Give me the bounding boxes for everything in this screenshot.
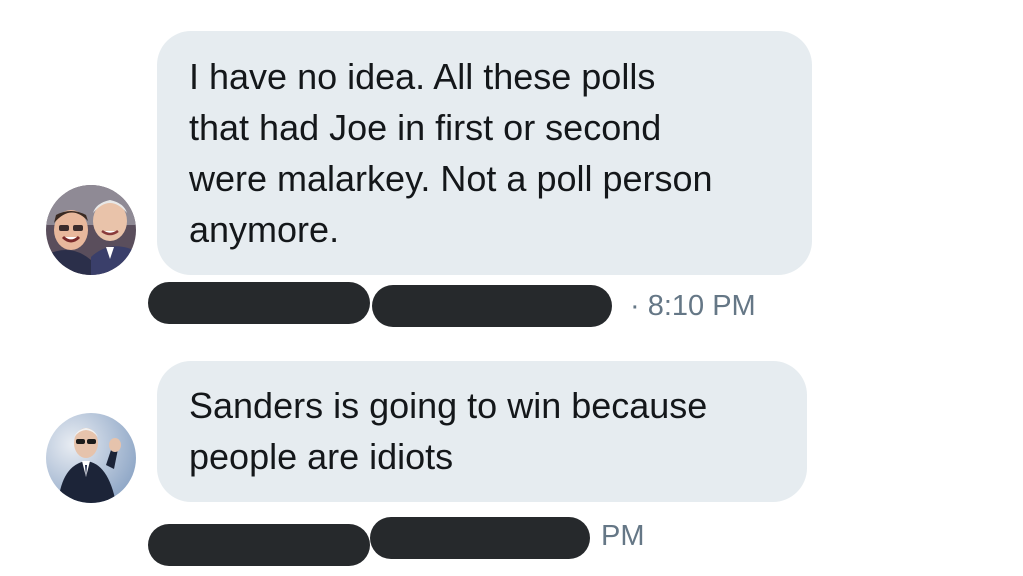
redacted-name-block	[148, 524, 370, 566]
message-text-line: Sanders is going to win because	[189, 385, 708, 426]
redacted-name-block	[148, 282, 370, 324]
redacted-handle-block	[372, 285, 612, 327]
message-text-line: I have no idea. All these polls	[189, 56, 656, 97]
message-text-line: anymore.	[189, 209, 340, 250]
message-text-line: people are idiots	[189, 436, 454, 477]
redacted-handle-block	[370, 517, 590, 559]
message-timestamp: PM	[601, 520, 645, 552]
avatar-two-people-selfie-icon[interactable]	[46, 185, 136, 275]
avatar-selfie-image	[46, 185, 136, 275]
message-text-line: were malarkey. Not a poll person	[189, 158, 713, 199]
message-timestamp: · 8:10 PM	[630, 290, 756, 322]
message-bubble: I have no idea. All these polls that had…	[157, 31, 812, 275]
avatar-suit-image	[46, 413, 136, 503]
avatar-man-in-suit-icon[interactable]	[46, 413, 136, 503]
message-bubble: Sanders is going to win because people a…	[157, 361, 807, 502]
message-text-line: that had Joe in first or second	[189, 107, 662, 148]
